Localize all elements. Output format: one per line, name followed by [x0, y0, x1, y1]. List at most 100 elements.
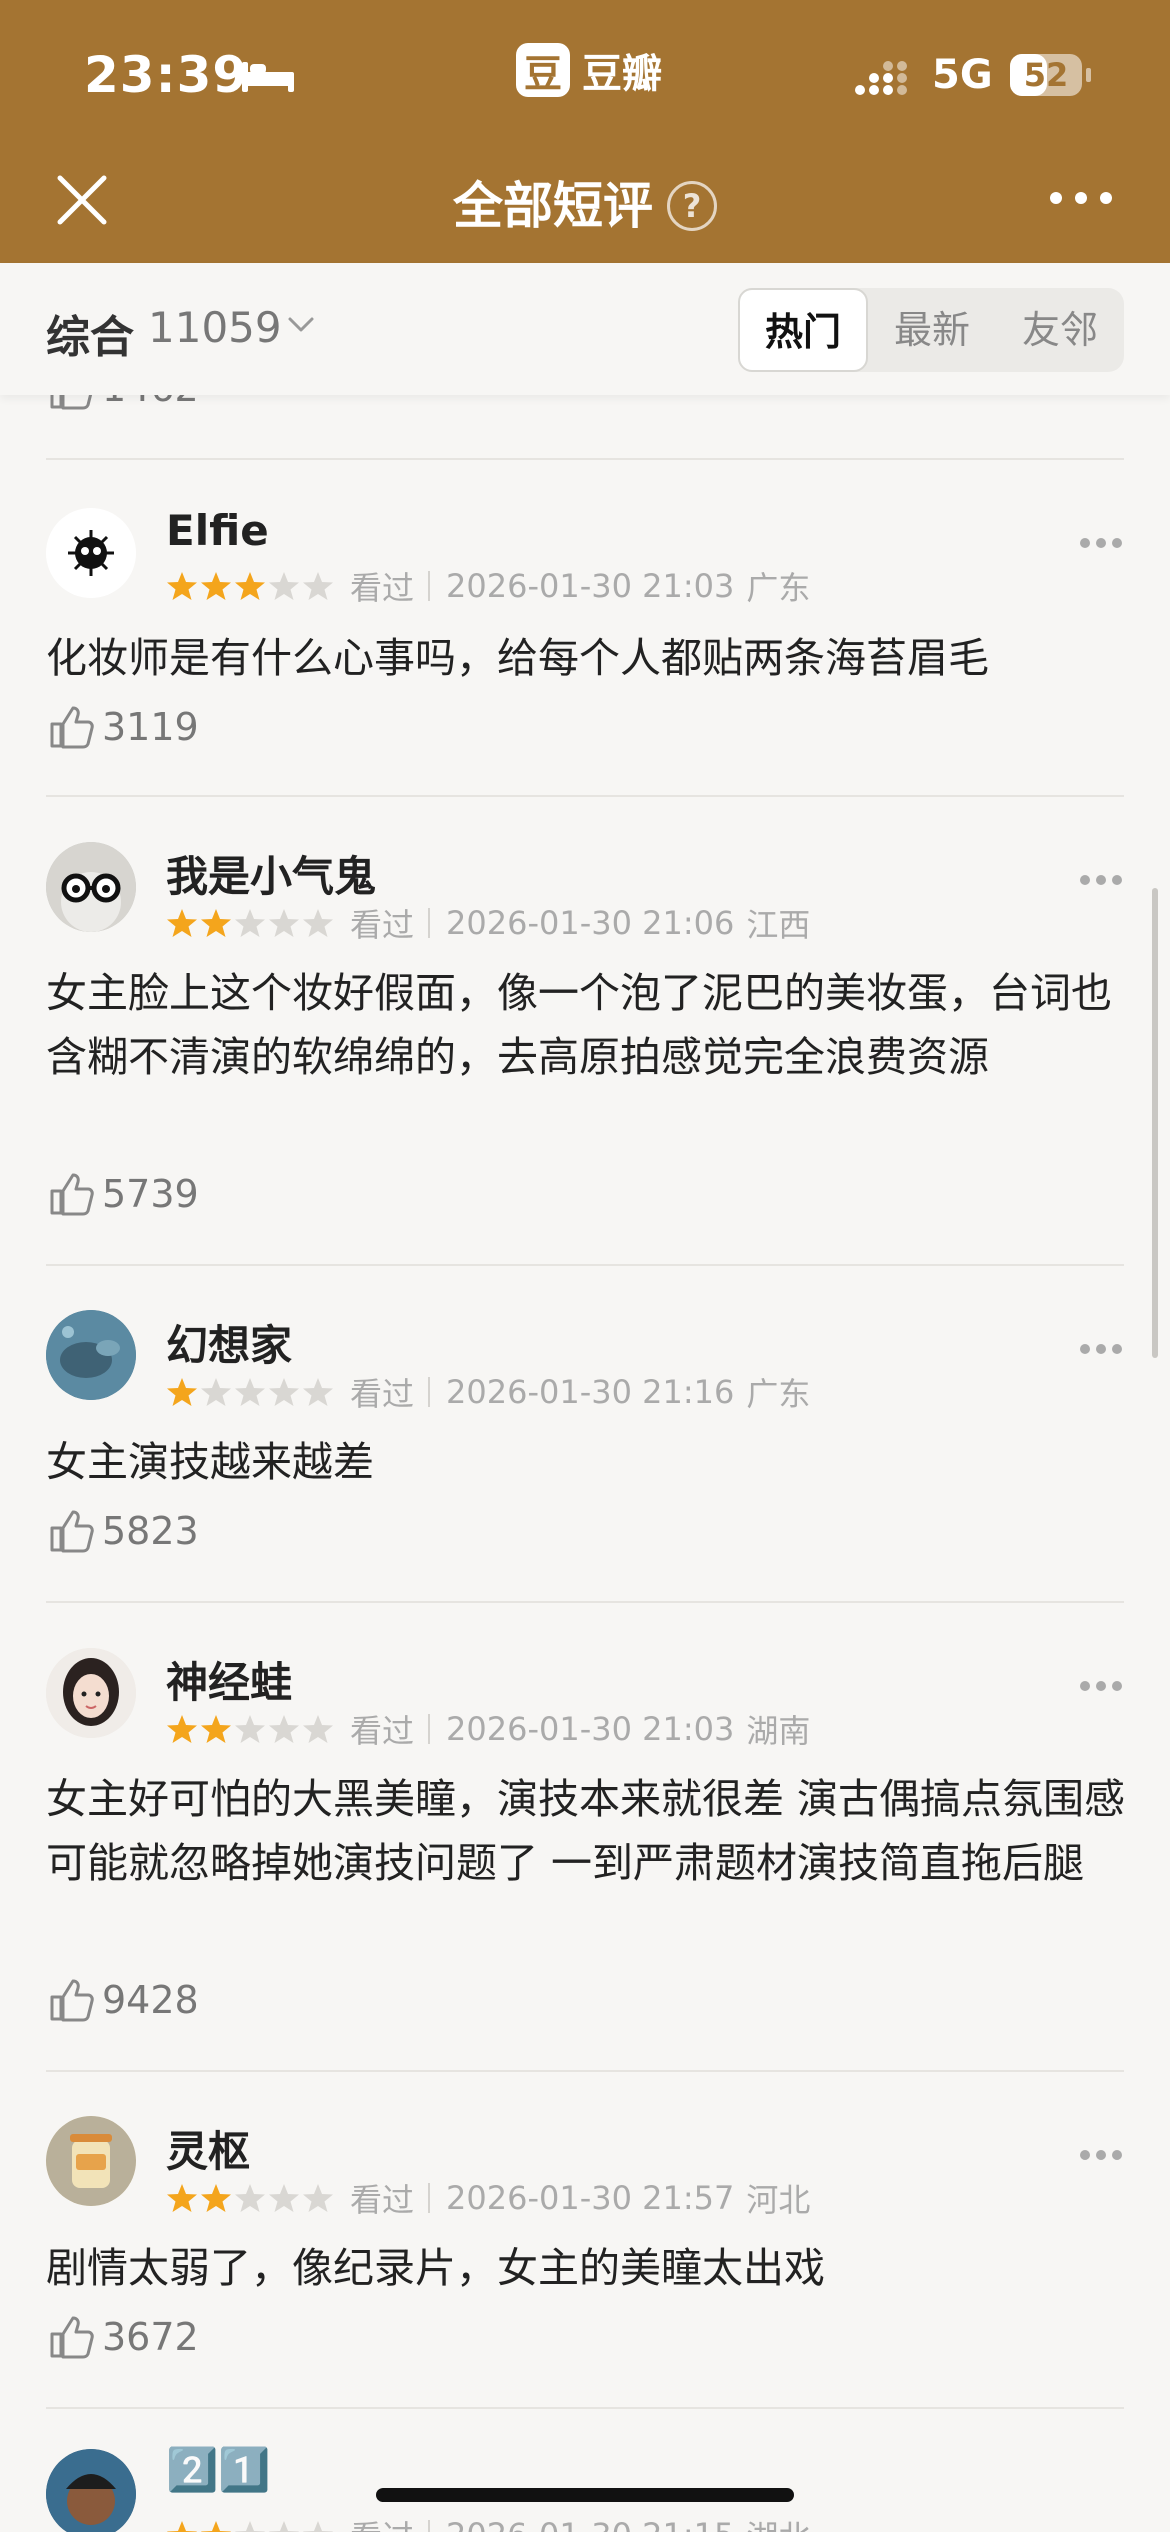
more-options-icon[interactable]	[1078, 873, 1124, 887]
star-filled-icon	[167, 1378, 197, 1406]
star-empty-icon	[303, 2184, 333, 2212]
avatar[interactable]	[46, 1648, 136, 1738]
battery-icon: 52	[1010, 54, 1082, 96]
star-filled-icon	[167, 2521, 197, 2532]
review-content: 女主演技越来越差	[46, 1438, 374, 1486]
star-empty-icon	[303, 1715, 333, 1743]
chevron-down-icon[interactable]	[286, 313, 316, 337]
star-filled-icon	[201, 909, 231, 937]
watch-status: 看过	[350, 1375, 415, 1413]
more-options-icon[interactable]	[1078, 536, 1124, 550]
douban-logo: 豆	[516, 43, 570, 97]
avatar-cartoon	[46, 2449, 136, 2532]
star-filled-icon	[167, 2184, 197, 2212]
star-empty-icon	[269, 1715, 299, 1743]
review-date: 2026-01-30 21:06	[446, 904, 735, 942]
avatar[interactable]	[46, 1310, 136, 1400]
segmented-tabs: 热门 最新 友邻	[738, 288, 1124, 372]
star-filled-icon	[201, 2184, 231, 2212]
help-icon[interactable]: ?	[667, 181, 717, 231]
like-button[interactable]: 3119	[46, 702, 199, 752]
username[interactable]: 我是小气鬼	[166, 843, 376, 904]
like-button[interactable]: 3672	[46, 2312, 199, 2362]
username[interactable]: 2️⃣1️⃣	[166, 2445, 271, 2495]
avatar-soot-sprite	[46, 508, 136, 598]
review-meta: 看过 2026-01-30 21:15 湖北	[166, 2515, 810, 2532]
star-empty-icon	[235, 1378, 265, 1406]
review-meta: 看过 2026-01-30 21:57 河北	[166, 2178, 811, 2219]
rating-stars	[166, 570, 336, 602]
tab-friends[interactable]: 友邻	[996, 288, 1124, 372]
star-empty-icon	[269, 572, 299, 600]
star-filled-icon	[201, 2521, 231, 2532]
more-options-icon[interactable]	[1078, 2148, 1124, 2162]
more-options-icon[interactable]	[1078, 1342, 1124, 1356]
thumbs-up-icon	[50, 706, 94, 749]
watch-status: 看过	[350, 1712, 415, 1750]
review-count[interactable]: 11059	[148, 303, 282, 352]
tab-hot[interactable]: 热门	[738, 288, 868, 372]
tab-latest[interactable]: 最新	[868, 288, 996, 372]
thumbs-up-icon	[50, 2316, 94, 2359]
top-bar: 23:39 豆 豆瓣 5G 52 全部短评?	[0, 0, 1170, 263]
review-location: 江西	[746, 906, 811, 944]
review-item: 幻想家 看过 2026-01-30 21:16 广东 女主演技越来越差 5823	[0, 1266, 1170, 1601]
like-button[interactable]: 5739	[46, 1169, 199, 1219]
star-empty-icon	[303, 909, 333, 937]
home-indicator[interactable]	[376, 2488, 794, 2502]
review-location: 河北	[746, 2181, 811, 2219]
battery-text: 52	[1023, 56, 1069, 94]
like-button[interactable]: 9428	[46, 1975, 199, 2025]
avatar[interactable]	[46, 2449, 136, 2532]
brand-name: 豆瓣	[582, 51, 662, 97]
brand: 豆 豆瓣	[516, 42, 662, 98]
username[interactable]: 神经蛙	[166, 1649, 292, 1710]
meta-separator	[428, 2520, 431, 2532]
more-options-icon[interactable]	[1078, 1679, 1124, 1693]
username[interactable]: 幻想家	[166, 1312, 292, 1373]
rating-stars	[166, 2519, 336, 2532]
watch-status: 看过	[350, 2181, 415, 2219]
avatar[interactable]	[46, 508, 136, 598]
like-count: 9428	[102, 1978, 199, 2022]
thumbs-up-icon	[50, 1510, 94, 1553]
thumbs-up-icon	[50, 1173, 94, 1216]
meta-separator	[428, 571, 431, 601]
watch-status: 看过	[350, 906, 415, 944]
review-meta: 看过 2026-01-30 21:16 广东	[166, 1372, 810, 1413]
rating-stars	[166, 1713, 336, 1745]
status-time: 23:39	[84, 46, 249, 104]
review-meta: 看过 2026-01-30 21:06 江西	[166, 903, 811, 944]
like-count: 5823	[102, 1509, 199, 1553]
username[interactable]: Elfie	[166, 506, 269, 555]
like-count: 3672	[102, 2315, 199, 2359]
avatar-glasses-face	[46, 842, 136, 932]
page-title-text: 全部短评	[453, 177, 653, 235]
star-empty-icon	[235, 2184, 265, 2212]
review-date: 2026-01-30 21:16	[446, 1373, 735, 1411]
star-empty-icon	[303, 572, 333, 600]
avatar-girl-portrait	[46, 1648, 136, 1738]
like-button[interactable]: 5823	[46, 1506, 199, 1556]
watch-status: 看过	[350, 2512, 414, 2532]
meta-separator	[428, 1377, 431, 1407]
avatar[interactable]	[46, 842, 136, 932]
star-filled-icon	[235, 572, 265, 600]
rating-stars	[166, 907, 336, 939]
review-item: 我是小气鬼 看过 2026-01-30 21:06 江西 女主脸上这个妆好假面，…	[0, 797, 1170, 1264]
star-empty-icon	[269, 2184, 299, 2212]
star-empty-icon	[235, 1715, 265, 1743]
network-label: 5G	[932, 52, 993, 98]
review-content: 女主好可怕的大黑美瞳，演技本来就很差 演古偶搞点氛围感可能就忽略掉她演技问题了 …	[46, 1775, 1126, 1887]
meta-separator	[428, 908, 431, 938]
scrollbar[interactable]	[1152, 888, 1158, 1358]
review-item: 2️⃣1️⃣ 看过 2026-01-30 21:15 湖北	[0, 2409, 1170, 2532]
sort-dropdown-label[interactable]: 综合	[46, 301, 134, 365]
more-icon[interactable]	[1046, 188, 1116, 208]
sleep-focus-icon	[242, 62, 294, 92]
star-empty-icon	[269, 909, 299, 937]
review-date: 2026-01-30 21:57	[446, 2179, 735, 2217]
review-item: Elfie 看过 2026-01-30 21:03 广东 化妆师是有什么心事吗，…	[0, 460, 1170, 795]
username[interactable]: 灵枢	[166, 2118, 250, 2179]
avatar[interactable]	[46, 2116, 136, 2206]
